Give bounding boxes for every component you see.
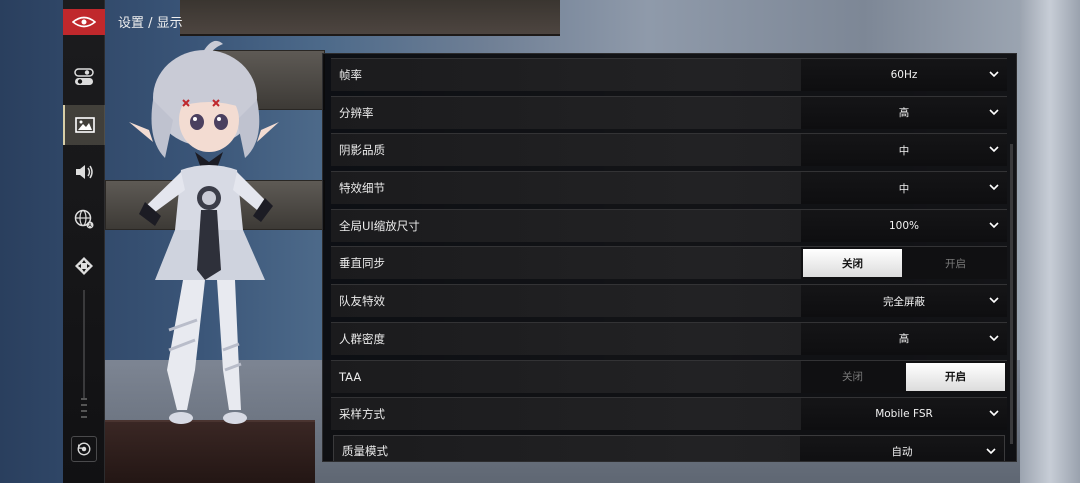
setting-row-quality-mode: 质量模式 自动 <box>333 434 1005 461</box>
dropdown-value: 自动 <box>891 446 913 459</box>
crowd-density-dropdown[interactable]: 高 <box>801 322 1007 355</box>
teammate-effects-dropdown[interactable]: 完全屏蔽 <box>801 285 1007 318</box>
setting-row-shadow-quality: 阴影品质 中 <box>331 133 1007 167</box>
resolution-dropdown[interactable]: 高 <box>801 96 1007 129</box>
dropdown-value: 100% <box>888 219 920 232</box>
setting-label: 分辨率 <box>339 105 374 120</box>
toggle-switches-icon <box>74 68 94 85</box>
settings-list: 帧率 60Hz 分辨率 高 阴影品质 中 特效细节 中 全局UI缩放尺寸 100… <box>331 58 1007 461</box>
chevron-down-icon <box>989 222 999 228</box>
sidebar-item-audio[interactable] <box>63 152 105 192</box>
sidebar-item-general[interactable] <box>63 57 105 97</box>
dropdown-value: 60Hz <box>890 69 918 81</box>
setting-row-ui-scale: 全局UI缩放尺寸 100% <box>331 208 1007 242</box>
chevron-down-icon <box>989 71 999 78</box>
taa-off-option[interactable]: 关闭 <box>803 363 902 391</box>
shadow-quality-dropdown[interactable]: 中 <box>801 134 1007 167</box>
vsync-toggle: 关闭 开启 <box>801 247 1007 280</box>
chevron-down-icon <box>989 109 999 115</box>
vsync-off-option[interactable]: 关闭 <box>803 249 902 278</box>
character-model <box>129 40 279 424</box>
setting-label: 帧率 <box>339 68 362 82</box>
setting-row-effects-detail: 特效细节 中 <box>331 171 1007 205</box>
display-settings-panel: 帧率 60Hz 分辨率 高 阴影品质 中 特效细节 中 全局UI缩放尺寸 100… <box>322 53 1017 462</box>
setting-row-vsync: 垂直同步 关闭 开启 <box>331 246 1007 280</box>
setting-row-resolution: 分辨率 高 <box>331 95 1007 129</box>
setting-label: 特效细节 <box>339 181 385 196</box>
eye-logo-icon <box>72 16 96 28</box>
ui-scale-dropdown[interactable]: 100% <box>801 209 1007 242</box>
reset-camera-icon <box>77 442 91 456</box>
speaker-icon <box>76 165 93 179</box>
breadcrumb: 设置 / 显示 <box>118 16 183 31</box>
image-display-icon <box>75 117 95 133</box>
framerate-dropdown[interactable]: 60Hz <box>801 59 1007 91</box>
setting-label: 采样方式 <box>339 407 385 422</box>
globe-language-icon: A <box>74 209 94 229</box>
taa-on-option[interactable]: 开启 <box>906 362 1005 391</box>
chevron-down-icon <box>986 448 996 455</box>
effects-detail-dropdown[interactable]: 中 <box>801 172 1007 205</box>
sidebar-item-controls[interactable] <box>63 246 105 286</box>
dropdown-value: 高 <box>898 107 910 120</box>
chevron-down-icon <box>989 146 999 153</box>
dropdown-value: 高 <box>898 333 910 346</box>
dpad-controls-icon <box>75 257 93 275</box>
svg-text:A: A <box>88 223 92 229</box>
setting-label: 全局UI缩放尺寸 <box>339 218 420 233</box>
setting-row-sampling-method: 采样方式 Mobile FSR <box>331 397 1007 431</box>
settings-scrollbar[interactable] <box>1010 144 1013 444</box>
game-logo[interactable] <box>63 9 105 35</box>
sidebar-divider <box>83 290 85 400</box>
chevron-down-icon <box>989 184 999 191</box>
chevron-down-icon <box>989 297 999 304</box>
chevron-down-icon <box>989 410 999 417</box>
dropdown-value: 中 <box>898 144 910 157</box>
setting-label: TAA <box>339 369 362 384</box>
quality-mode-dropdown[interactable]: 自动 <box>800 435 1004 461</box>
taa-toggle: 关闭 开启 <box>801 360 1007 393</box>
background-pillar <box>1020 0 1080 483</box>
setting-row-taa: TAA 关闭 开启 <box>331 359 1007 393</box>
setting-row-crowd-density: 人群密度 高 <box>331 321 1007 355</box>
sidebar-dots <box>81 398 87 422</box>
vsync-on-option[interactable]: 开启 <box>906 249 1005 277</box>
chevron-down-icon <box>989 335 999 341</box>
dropdown-value: Mobile FSR <box>875 408 933 421</box>
sampling-method-dropdown[interactable]: Mobile FSR <box>801 398 1007 431</box>
setting-label: 人群密度 <box>339 331 385 346</box>
setting-label: 阴影品质 <box>339 143 385 158</box>
setting-row-teammate-effects: 队友特效 完全屏蔽 <box>331 284 1007 318</box>
setting-label: 队友特效 <box>339 294 385 309</box>
setting-label: 质量模式 <box>342 444 388 459</box>
dropdown-value: 中 <box>898 182 910 195</box>
setting-row-framerate: 帧率 60Hz <box>331 58 1007 91</box>
sidebar: A <box>63 0 105 483</box>
setting-label: 垂直同步 <box>339 256 385 271</box>
dropdown-value: 完全屏蔽 <box>883 295 925 308</box>
reset-view-button[interactable] <box>71 436 97 462</box>
sidebar-item-language[interactable]: A <box>63 199 105 239</box>
sidebar-item-display[interactable] <box>63 105 105 145</box>
